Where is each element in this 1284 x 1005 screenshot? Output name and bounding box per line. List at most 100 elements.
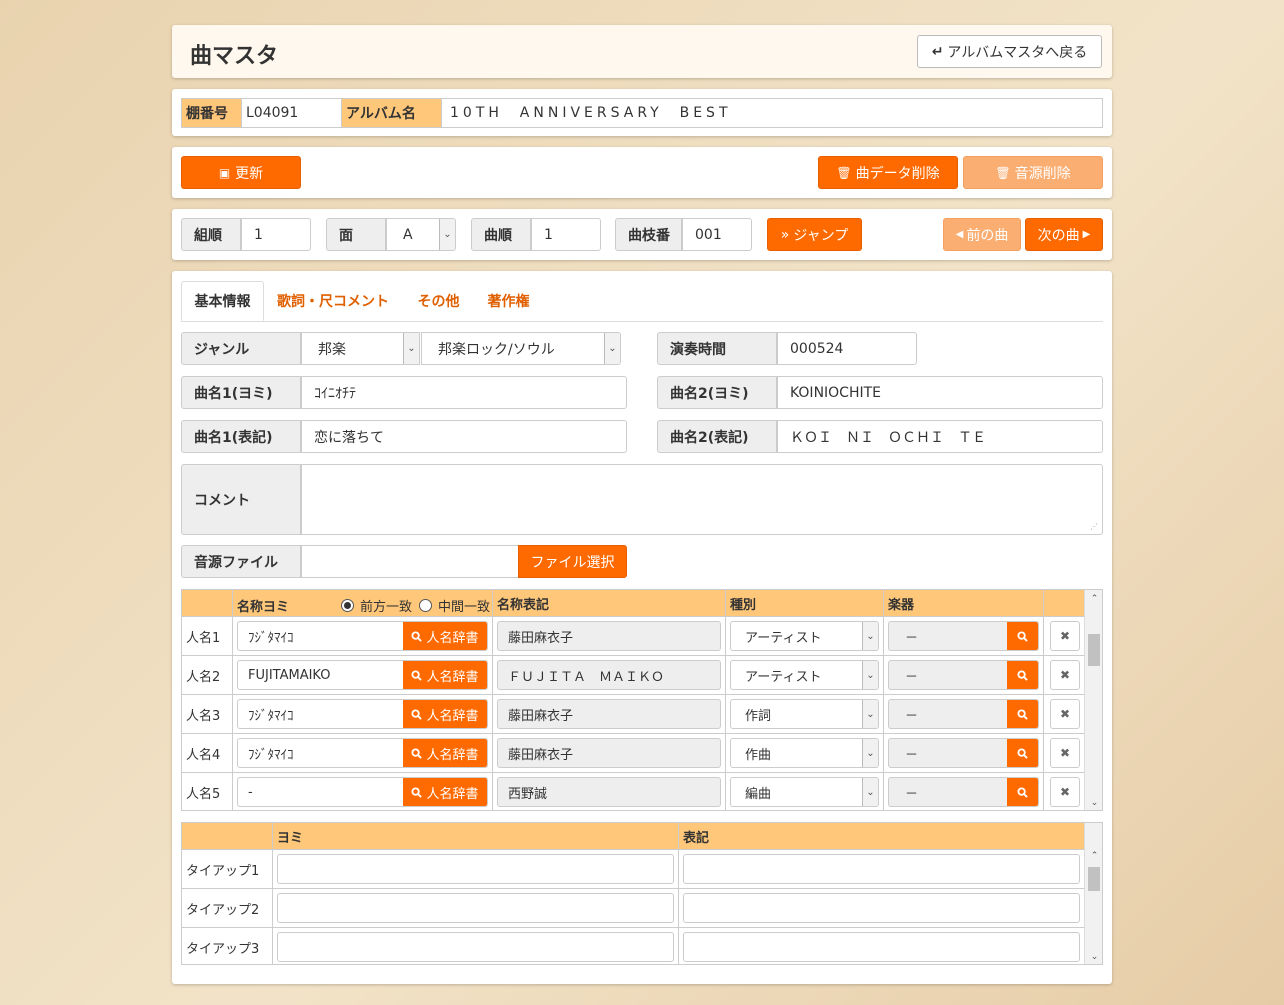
tieup-display-input[interactable]: [683, 893, 1080, 923]
person-display-cell: 藤田麻衣子: [492, 733, 726, 773]
double-chevron-right-icon: »: [780, 226, 790, 243]
jump-button[interactable]: » ジャンプ: [767, 218, 862, 251]
prev-song-button[interactable]: ◀ 前の曲: [943, 218, 1021, 251]
update-button[interactable]: ▣ 更新: [181, 156, 301, 189]
album-info-panel: 棚番号 L04091 アルバム名 10TH ANNIVERSARY BEST: [172, 89, 1112, 136]
next-song-button[interactable]: 次の曲 ▶: [1025, 218, 1103, 251]
person-yomi-input[interactable]: ﾌｼﾞﾀﾏｲｺ 人名辞書: [237, 699, 488, 729]
person-dictionary-button[interactable]: 人名辞書: [403, 778, 487, 806]
tieup-yomi-input[interactable]: [277, 893, 674, 923]
match-middle-radio[interactable]: 中間一致: [419, 596, 490, 615]
delete-source-button[interactable]: 🗑 音源削除: [963, 156, 1103, 189]
instrument-search-button[interactable]: [1007, 778, 1038, 806]
person-yomi-input[interactable]: FUJITAMAIKO 人名辞書: [237, 660, 488, 690]
genre-select-2[interactable]: 邦楽ロック/ソウル ⌄: [421, 332, 621, 365]
search-icon: [411, 786, 423, 798]
person-dictionary-button[interactable]: 人名辞書: [403, 700, 487, 728]
person-display-input[interactable]: 西野誠: [497, 777, 721, 807]
group-order-input[interactable]: 1: [241, 218, 311, 251]
tab-lyrics-comment[interactable]: 歌詞・尺コメント: [270, 281, 396, 321]
person-yomi-input[interactable]: - 人名辞書: [237, 777, 488, 807]
person-instrument-input[interactable]: －: [888, 777, 1039, 807]
remove-person-button[interactable]: ✖: [1050, 699, 1080, 729]
person-instrument-input[interactable]: －: [888, 621, 1039, 651]
delete-song-button[interactable]: 🗑 曲データ削除: [818, 156, 958, 189]
tieup-display-input[interactable]: [683, 932, 1080, 962]
person-display-input[interactable]: 藤田麻衣子: [497, 699, 721, 729]
search-icon: [1017, 747, 1028, 759]
tieup-display-cell: [678, 927, 1085, 964]
person-instrument-input[interactable]: －: [888, 660, 1039, 690]
track-order-input[interactable]: 1: [531, 218, 601, 251]
return-icon: ↵: [931, 43, 944, 60]
person-dictionary-button[interactable]: 人名辞書: [403, 739, 487, 767]
duration-input[interactable]: 000524: [777, 332, 917, 365]
person-yomi-input[interactable]: ﾌｼﾞﾀﾏｲｺ 人名辞書: [237, 621, 488, 651]
remove-person-button[interactable]: ✖: [1050, 777, 1080, 807]
person-dictionary-button[interactable]: 人名辞書: [403, 661, 487, 689]
person-type-cell: アーティスト ⌄: [725, 655, 884, 695]
people-scrollbar[interactable]: ⌃ ⌄: [1084, 590, 1102, 810]
track-order-label: 曲順: [471, 218, 531, 251]
person-instrument-input[interactable]: －: [888, 738, 1039, 768]
tab-other[interactable]: その他: [410, 281, 467, 321]
scroll-down-icon[interactable]: ⌄: [1085, 952, 1102, 962]
tieup-label: タイアップ2: [182, 888, 273, 928]
branch-input[interactable]: 001: [682, 218, 752, 251]
back-to-album-button[interactable]: ↵ アルバムマスタへ戻る: [917, 35, 1102, 68]
audio-file-input[interactable]: [301, 545, 519, 578]
scroll-up-icon[interactable]: ⌃: [1085, 851, 1102, 861]
person-instrument-cell: －: [883, 694, 1044, 734]
person-type-select[interactable]: 作曲 ⌄: [730, 738, 879, 768]
header-display: 名称表記: [492, 590, 726, 617]
scroll-down-icon[interactable]: ⌄: [1085, 798, 1102, 808]
scroll-up-icon[interactable]: ⌃: [1085, 594, 1102, 604]
instrument-search-button[interactable]: [1007, 700, 1038, 728]
title1-input[interactable]: 恋に落ちて: [301, 420, 627, 453]
trash-icon: 🗑: [995, 165, 1011, 180]
header-actions: [1043, 590, 1085, 617]
group-order-label: 組順: [181, 218, 241, 251]
person-display-input[interactable]: ＦＵＪＩＴＡ ＭＡＩＫＯ: [497, 660, 721, 690]
scroll-thumb[interactable]: [1088, 867, 1100, 891]
instrument-search-button[interactable]: [1007, 622, 1038, 650]
comment-textarea[interactable]: [301, 464, 1103, 535]
resize-handle-icon[interactable]: ⋰: [1090, 522, 1100, 532]
people-table: 名称ヨミ 前方一致 中間一致 名称表記 種別 楽器 人名1 ﾌｼﾞﾀﾏｲｺ 人名辞書…: [182, 590, 1085, 810]
person-display-input[interactable]: 藤田麻衣子: [497, 621, 721, 651]
people-row: 人名4 ﾌｼﾞﾀﾏｲｺ 人名辞書 藤田麻衣子 作曲 ⌄ － ✖: [182, 733, 1085, 773]
person-yomi-input[interactable]: ﾌｼﾞﾀﾏｲｺ 人名辞書: [237, 738, 488, 768]
album-name-value: 10TH ANNIVERSARY BEST: [450, 105, 732, 121]
remove-person-button[interactable]: ✖: [1050, 621, 1080, 651]
side-select[interactable]: A ⌄: [386, 218, 456, 251]
file-select-button[interactable]: ファイル選択: [518, 545, 627, 578]
person-type-select[interactable]: 作詞 ⌄: [730, 699, 879, 729]
header-panel: 曲マスタ ↵ アルバムマスタへ戻る: [172, 25, 1112, 78]
instrument-search-button[interactable]: [1007, 661, 1038, 689]
person-actions-cell: ✖: [1043, 616, 1085, 656]
title1-yomi-input[interactable]: ｺｲﾆｵﾁﾃ: [301, 376, 627, 409]
title2-yomi-input[interactable]: KOINIOCHITE: [777, 376, 1103, 409]
tab-copyright[interactable]: 著作権: [480, 281, 537, 321]
genre-select-1[interactable]: 邦楽 ⌄: [301, 332, 420, 365]
person-instrument-input[interactable]: －: [888, 699, 1039, 729]
search-icon: [411, 708, 423, 720]
person-type-select[interactable]: アーティスト ⌄: [730, 621, 879, 651]
person-dictionary-button[interactable]: 人名辞書: [403, 622, 487, 650]
tieup-yomi-input[interactable]: [277, 932, 674, 962]
title2-input[interactable]: ＫＯＩ ＮＩ ＯＣＨＩ ＴＥ: [777, 420, 1103, 453]
tieup-display-input[interactable]: [683, 854, 1080, 884]
tieup-scrollbar[interactable]: ⌃ ⌄: [1084, 823, 1102, 964]
scroll-thumb[interactable]: [1088, 634, 1100, 666]
remove-person-button[interactable]: ✖: [1050, 738, 1080, 768]
instrument-search-button[interactable]: [1007, 739, 1038, 767]
tieup-table-wrap: ヨミ 表記 タイアップ1 タイアップ2 タイアップ3 ⌃ ⌄: [181, 822, 1103, 965]
search-icon: [1017, 630, 1028, 642]
person-type-select[interactable]: アーティスト ⌄: [730, 660, 879, 690]
person-type-select[interactable]: 編曲 ⌄: [730, 777, 879, 807]
match-prefix-radio[interactable]: 前方一致: [341, 596, 412, 615]
tab-basic-info[interactable]: 基本情報: [181, 281, 264, 321]
remove-person-button[interactable]: ✖: [1050, 660, 1080, 690]
tieup-yomi-input[interactable]: [277, 854, 674, 884]
person-display-input[interactable]: 藤田麻衣子: [497, 738, 721, 768]
